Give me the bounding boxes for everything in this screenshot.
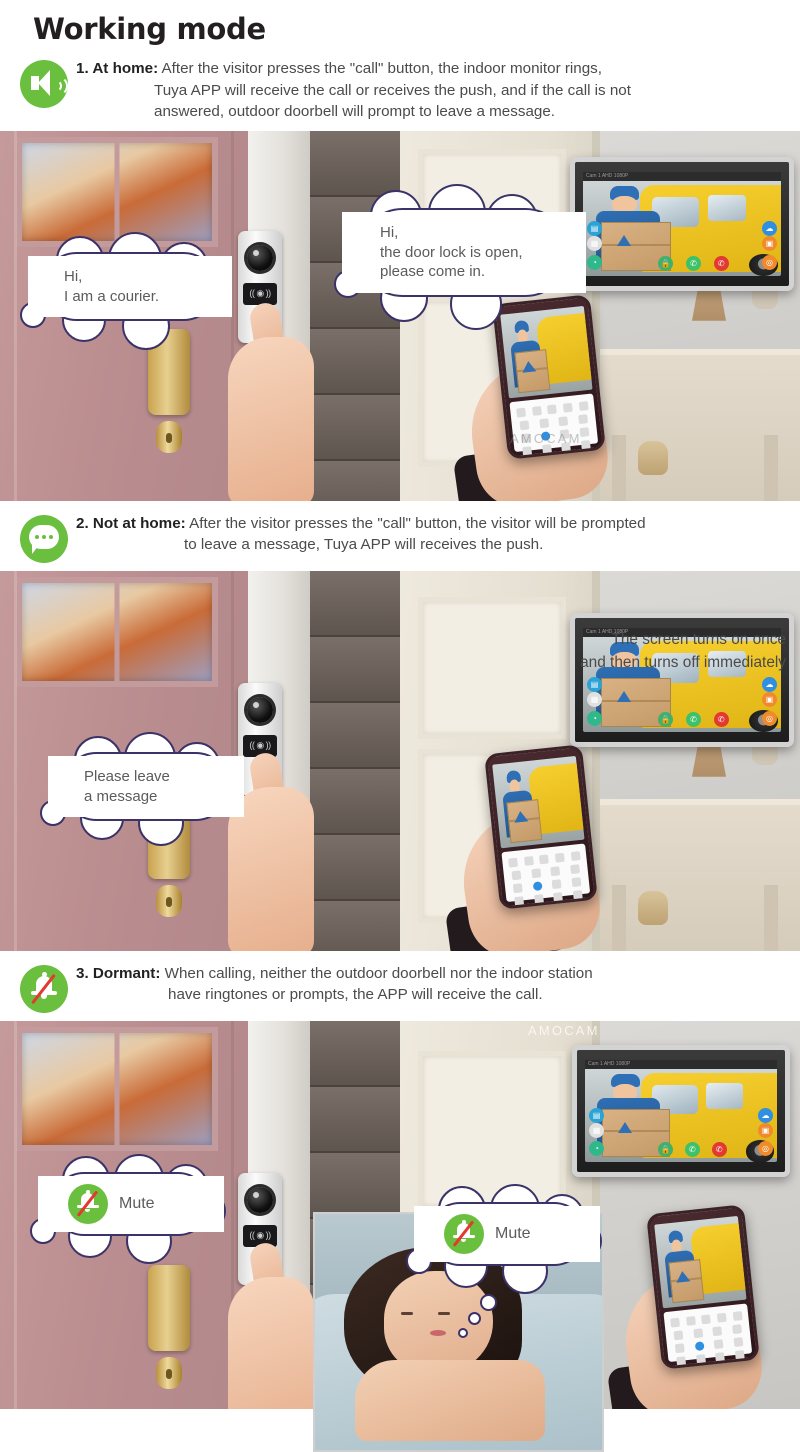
monitor-icon-hangup[interactable]: ✆ <box>711 1141 727 1157</box>
doorbell-camera-lens <box>247 1186 273 1213</box>
pressing-finger <box>228 1240 314 1409</box>
phone-app-controls <box>663 1303 753 1366</box>
phone-video-feed <box>654 1215 747 1309</box>
phone-app-controls <box>501 843 591 906</box>
monitor-video-feed: ▤ ▦ ◔ ☁ ▣ ◎ 🔒 ✆ ✆ <box>583 180 781 276</box>
speaker-sound-icon <box>20 60 74 108</box>
wall-siding <box>310 130 400 501</box>
monitor-icon-zoom[interactable]: ◎ <box>758 1140 773 1156</box>
wall-siding <box>310 570 400 951</box>
mode-row-dormant: 3. Dormant: When calling, neither the ou… <box>0 951 800 1021</box>
mute-label-outdoor: Mute <box>119 1194 155 1212</box>
speech-bubble-visitor: Hi, I am a courier. <box>20 232 232 350</box>
mode-text-line2: to leave a message, Tuya APP will receiv… <box>184 536 544 554</box>
monitor-icon-snapshot[interactable]: ▣ <box>762 235 777 251</box>
door-window <box>16 1026 218 1151</box>
phone-video-feed <box>492 755 585 849</box>
monitor-icon-zoom[interactable]: ◎ <box>762 254 777 270</box>
sleeper-arm <box>355 1360 545 1441</box>
doorbell-camera-lens <box>247 244 273 271</box>
doorbell-rfid-panel: (( ◉ )) <box>243 282 277 305</box>
monitor-icon-snapshot[interactable]: ▣ <box>758 1122 773 1138</box>
mode-text-line1: After the visitor presses the "call" but… <box>189 514 646 532</box>
brand-watermark: AMOCAM <box>510 430 582 446</box>
mute-bubble-indoor: Mute <box>406 1184 602 1338</box>
monitor-icon-cloud[interactable]: ☁ <box>762 676 777 692</box>
monitor-status-bar: Cam 1 AHD 1080P <box>585 1059 777 1069</box>
speech-bubble-host: Hi, the door lock is open, please come i… <box>334 184 586 330</box>
mode-label-not-at-home: 2. Not at home: <box>76 514 186 532</box>
bell-mute-icon <box>20 964 68 1013</box>
monitor-icon-apps[interactable]: ▦ <box>587 691 602 707</box>
product-working-mode-page: Working mode 1. At home: After the visit… <box>0 0 800 1452</box>
mode-description-at-home: 1. At home: After the visitor presses th… <box>76 56 786 123</box>
mute-label-indoor: Mute <box>495 1224 531 1242</box>
monitor-screen: Cam 1 AHD 1080P ▤ ▦ ◔ ☁ ▣ ◎ 🔒 ✆ ✆ <box>585 1059 777 1162</box>
monitor-icon-hangup[interactable]: ✆ <box>713 711 729 727</box>
mode-row-not-at-home: 2. Not at home: After the visitor presse… <box>0 501 800 571</box>
chat-bubble-icon <box>20 514 68 563</box>
mode-label-at-home: 1. At home: <box>76 60 159 77</box>
mode-description-dormant: 3. Dormant: When calling, neither the ou… <box>76 961 786 1006</box>
monitor-screen: Cam 1 AHD 1080P ▤ ▦ ◔ ☁ ▣ ◎ 🔒 ✆ ✆ <box>583 171 781 276</box>
page-title: Working mode <box>33 12 266 46</box>
monitor-icon-settings[interactable]: ◔ <box>587 710 602 726</box>
monitor-icon-intercom[interactable]: ▤ <box>587 220 602 236</box>
decor-ornament <box>638 890 668 925</box>
monitor-video-feed: ▤ ▦ ◔ ☁ ▣ ◎ 🔒 ✆ ✆ <box>585 1068 777 1162</box>
mode-text-line1: After the visitor presses the "call" but… <box>161 60 602 77</box>
monitor-icon-unlock[interactable]: 🔒 <box>657 1141 673 1157</box>
monitor-icon-intercom[interactable]: ▤ <box>589 1107 604 1123</box>
console-table <box>600 798 800 951</box>
door-handle-plate <box>148 1264 190 1351</box>
monitor-icon-answer[interactable]: ✆ <box>685 255 701 271</box>
mute-bubble-outdoor: Mute <box>30 1154 226 1264</box>
caption-line1: The screen turns on once <box>611 631 786 648</box>
indoor-monitor[interactable]: Cam 1 AHD 1080P ▤ ▦ ◔ ☁ ▣ ◎ 🔒 ✆ ✆ <box>570 156 794 291</box>
monitor-icon-zoom[interactable]: ◎ <box>762 710 777 726</box>
monitor-icon-unlock[interactable]: 🔒 <box>658 255 674 271</box>
monitor-icon-snapshot[interactable]: ▣ <box>762 691 777 707</box>
caption-line2: and then turns off immediately <box>580 654 786 672</box>
monitor-icon-cloud[interactable]: ☁ <box>762 220 777 236</box>
monitor-icon-settings[interactable]: ◔ <box>587 254 602 270</box>
mode-text-line2: have ringtones or prompts, the APP will … <box>168 986 543 1004</box>
monitor-icon-apps[interactable]: ▦ <box>587 235 602 251</box>
mode-text-line3: answered, outdoor doorbell will prompt t… <box>154 103 556 121</box>
doorbell-camera-lens <box>247 696 273 723</box>
door-lock-knob <box>156 884 182 917</box>
monitor-icon-hangup[interactable]: ✆ <box>713 255 729 271</box>
monitor-icon-answer[interactable]: ✆ <box>685 711 701 727</box>
pressing-finger <box>228 300 314 501</box>
door-lock-knob <box>156 1356 182 1389</box>
mode-label-dormant: 3. Dormant: <box>76 964 161 982</box>
monitor-icon-apps[interactable]: ▦ <box>589 1122 604 1138</box>
mode-description-not-at-home: 2. Not at home: After the visitor presse… <box>76 511 786 556</box>
indoor-monitor[interactable]: Cam 1 AHD 1080P ▤ ▦ ◔ ☁ ▣ ◎ 🔒 ✆ ✆ <box>572 1044 790 1177</box>
monitor-icon-intercom[interactable]: ▤ <box>587 676 602 692</box>
mode-text-line1: When calling, neither the outdoor doorbe… <box>164 964 593 982</box>
smartphone-tuya-app[interactable] <box>646 1204 760 1370</box>
bell-mute-icon <box>444 1214 484 1254</box>
monitor-status-bar: Cam 1 AHD 1080P <box>583 171 781 181</box>
decor-ornament <box>638 440 668 475</box>
mode-row-at-home: 1. At home: After the visitor presses th… <box>0 46 800 131</box>
smartphone-tuya-app[interactable] <box>484 744 598 910</box>
monitor-icon-cloud[interactable]: ☁ <box>758 1107 773 1123</box>
monitor-icon-settings[interactable]: ◔ <box>589 1140 604 1156</box>
console-table <box>600 348 800 501</box>
speech-bubble-leave-message: Please leave a message <box>40 732 244 846</box>
door-window <box>16 576 218 687</box>
monitor-icon-unlock[interactable]: 🔒 <box>658 711 674 727</box>
phone-video-feed <box>500 305 593 399</box>
monitor-icon-answer[interactable]: ✆ <box>684 1141 700 1157</box>
mode-text-line2: Tuya APP will receive the call or receiv… <box>154 81 631 99</box>
bell-mute-icon <box>68 1184 108 1224</box>
door-lock-knob <box>156 420 182 453</box>
brand-watermark: AMOCAM <box>528 1022 600 1038</box>
door-window <box>16 136 218 247</box>
screen-behavior-caption: The screen turns on once and then turns … <box>580 628 786 674</box>
